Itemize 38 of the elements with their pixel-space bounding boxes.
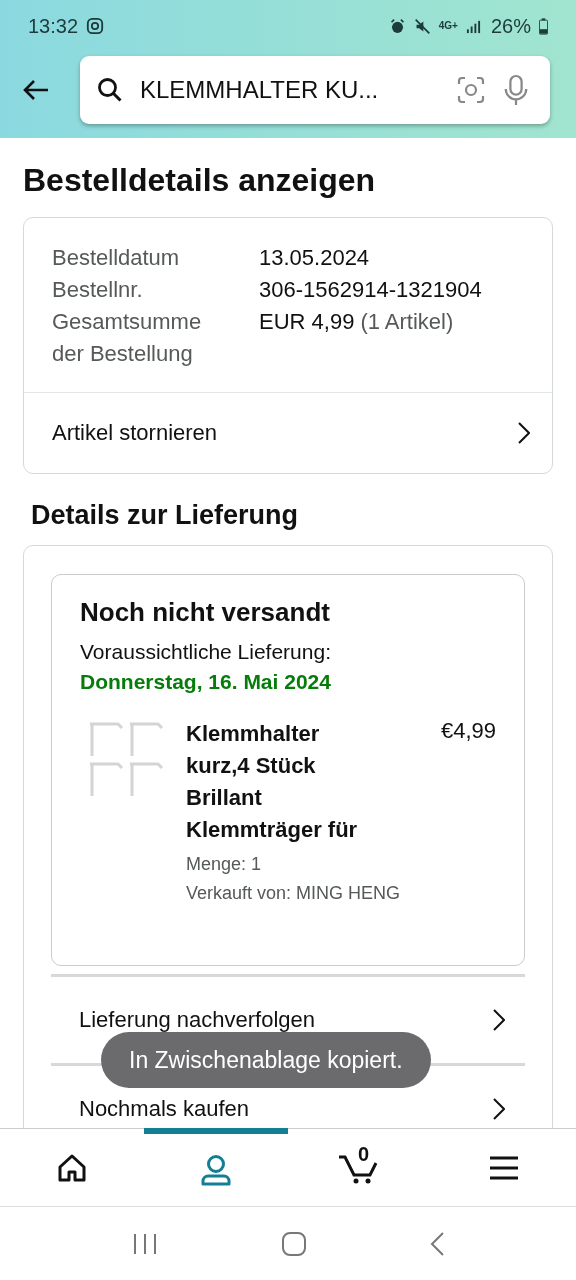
chevron-right-icon [493,1098,505,1120]
network-label: 4G+ [438,21,458,31]
delivery-date: Donnerstag, 16. Mai 2024 [80,670,332,694]
section-heading: Details zur Lieferung [31,500,300,531]
summary-value: 13.05.2024 [259,244,371,272]
quantity-label: Menge: 1 [186,854,263,875]
battery-percent: 26% [490,14,531,38]
camera-scan-icon[interactable] [456,75,486,105]
search-icon [96,76,124,104]
summary-label: Bestelldatum [52,244,181,272]
recent-apps-icon[interactable] [131,1231,159,1256]
summary-label: Gesamtsumme der Bestellung [52,308,203,368]
summary-value: 306-1562914-1321904 [259,276,483,304]
mute-icon [413,17,431,35]
search-field[interactable]: KLEMMHALTER KU... [80,56,550,124]
shipment-status: Noch nicht versandt [80,597,331,628]
microphone-icon[interactable] [502,74,530,106]
cart-count: 0 [358,1142,370,1166]
page-title: Bestelldetails anzeigen [23,162,377,199]
product-price: €4,99 [440,718,496,745]
battery-icon [539,17,548,35]
nav-tab[interactable]: 0 [288,1129,432,1206]
status-time: 13:32 [28,14,79,38]
chevron-right-icon [518,422,530,444]
signal-icon [465,18,481,34]
cancel-item-link[interactable]: Artikel stornieren [24,392,552,473]
summary-label: Bestellnr. [52,276,144,304]
summary-value: EUR 4,99 (1 Artikel) [259,308,455,336]
copied-toast: In Zwischenablage kopiert. [101,1032,431,1088]
seller-label: Verkauft von: MING HENG [186,883,402,904]
delivery-estimate-label: Voraussichtliche Lieferung: [80,640,332,664]
alarm-icon [388,17,406,35]
product-title[interactable]: Klemmhalter kurz,4 Stück Brillant Klemmträger für [186,718,386,846]
home-button-icon[interactable] [281,1230,307,1257]
chevron-right-icon [493,1009,505,1031]
back-icon[interactable] [429,1230,445,1257]
camera-app-icon [86,17,105,35]
person-icon [199,1153,233,1187]
